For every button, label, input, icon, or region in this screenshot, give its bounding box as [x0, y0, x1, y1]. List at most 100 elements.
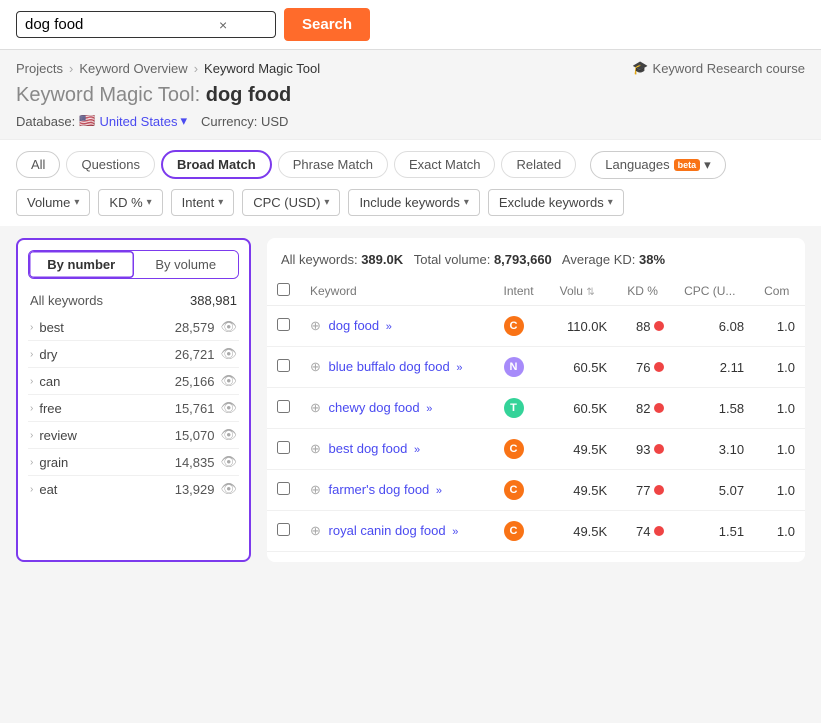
- row-cpc-cell: 6.08: [674, 306, 754, 347]
- row-checkbox[interactable]: [277, 400, 290, 413]
- main-content: By number By volume All keywords 388,981…: [0, 226, 821, 574]
- keyword-link[interactable]: farmer's dog food: [329, 482, 430, 497]
- row-keyword-cell: ⊕ chewy dog food »: [300, 388, 494, 429]
- row-keyword-cell: ⊕ farmer's dog food »: [300, 470, 494, 511]
- country-selector[interactable]: United States ▾: [99, 113, 187, 129]
- row-keyword-cell: ⊕ royal canin dog food »: [300, 511, 494, 552]
- table-summary: All keywords: 389.0K Total volume: 8,793…: [267, 248, 805, 277]
- select-all-checkbox[interactable]: [277, 283, 290, 296]
- keyword-arrows: »: [426, 403, 432, 415]
- intent-badge: T: [504, 398, 524, 418]
- chevron-right-icon: ›: [30, 457, 33, 468]
- plus-icon: ⊕: [310, 523, 321, 538]
- row-intent-cell: C: [494, 306, 550, 347]
- tab-broad-match[interactable]: Broad Match: [161, 150, 272, 179]
- col-com: Com: [754, 277, 805, 306]
- row-volume-cell: 49.5K: [550, 511, 618, 552]
- row-checkbox-cell: [267, 388, 300, 429]
- breadcrumb-left: Projects › Keyword Overview › Keyword Ma…: [16, 61, 320, 76]
- row-com-cell: 1.0: [754, 429, 805, 470]
- cpc-filter[interactable]: CPC (USD) ▾: [242, 189, 340, 216]
- sidebar-tab-by-volume[interactable]: By volume: [134, 251, 239, 278]
- table-header-checkbox: [267, 277, 300, 306]
- tab-related[interactable]: Related: [501, 151, 576, 178]
- keyword-arrows: »: [414, 444, 420, 456]
- exclude-keywords-filter[interactable]: Exclude keywords ▾: [488, 189, 624, 216]
- eye-icon[interactable]: 👁: [220, 454, 237, 470]
- plus-icon: ⊕: [310, 441, 321, 456]
- row-checkbox[interactable]: [277, 482, 290, 495]
- row-volume-cell: 60.5K: [550, 347, 618, 388]
- eye-icon[interactable]: 👁: [220, 373, 237, 389]
- intent-badge: N: [504, 357, 524, 377]
- plus-icon: ⊕: [310, 359, 321, 374]
- page-title: Keyword Magic Tool: dog food: [0, 80, 821, 109]
- course-link[interactable]: 🎓 Keyword Research course: [632, 60, 805, 76]
- clear-icon[interactable]: ×: [219, 17, 227, 33]
- languages-button[interactable]: Languages beta ▾: [590, 151, 725, 179]
- col-kd: KD %: [617, 277, 674, 306]
- list-item[interactable]: › free 15,761 👁: [28, 395, 239, 422]
- search-input[interactable]: [25, 16, 215, 33]
- row-checkbox-cell: [267, 306, 300, 347]
- row-intent-cell: C: [494, 511, 550, 552]
- course-icon: 🎓: [632, 60, 648, 76]
- kd-dot: [654, 444, 664, 454]
- keyword-link[interactable]: dog food: [329, 318, 380, 333]
- eye-icon[interactable]: 👁: [220, 427, 237, 443]
- tab-all[interactable]: All: [16, 151, 60, 178]
- sidebar: By number By volume All keywords 388,981…: [16, 238, 251, 562]
- list-item[interactable]: › grain 14,835 👁: [28, 449, 239, 476]
- breadcrumb-projects[interactable]: Projects: [16, 61, 63, 76]
- flag-icon: 🇺🇸: [79, 113, 95, 129]
- eye-icon[interactable]: 👁: [220, 481, 237, 497]
- keyword-link[interactable]: best dog food: [329, 441, 408, 456]
- chevron-right-icon: ›: [30, 403, 33, 414]
- chevron-down-icon: ▾: [608, 197, 613, 208]
- match-tabs: All Questions Broad Match Phrase Match E…: [16, 150, 805, 189]
- sidebar-tab-by-number[interactable]: By number: [29, 251, 134, 278]
- intent-filter[interactable]: Intent ▾: [171, 189, 235, 216]
- col-volume[interactable]: Volu ⇅: [550, 277, 618, 306]
- chevron-right-icon: ›: [30, 349, 33, 360]
- intent-badge: C: [504, 439, 524, 459]
- keyword-arrows: »: [456, 362, 462, 374]
- row-intent-cell: C: [494, 470, 550, 511]
- table-row: ⊕ farmer's dog food » C 49.5K 77 5.07 1.…: [267, 470, 805, 511]
- tab-questions[interactable]: Questions: [66, 151, 155, 178]
- kd-dot: [654, 526, 664, 536]
- eye-icon[interactable]: 👁: [220, 346, 237, 362]
- kd-filter[interactable]: KD % ▾: [98, 189, 162, 216]
- chevron-right-icon: ›: [30, 322, 33, 333]
- row-checkbox[interactable]: [277, 523, 290, 536]
- chevron-down-icon: ▾: [704, 157, 711, 173]
- table-row: ⊕ blue buffalo dog food » N 60.5K 76 2.1…: [267, 347, 805, 388]
- keywords-table: Keyword Intent Volu ⇅ KD % CPC (U... Com…: [267, 277, 805, 552]
- list-item[interactable]: › best 28,579 👁: [28, 314, 239, 341]
- row-checkbox[interactable]: [277, 359, 290, 372]
- list-item[interactable]: › review 15,070 👁: [28, 422, 239, 449]
- row-checkbox[interactable]: [277, 441, 290, 454]
- eye-icon[interactable]: 👁: [220, 400, 237, 416]
- tab-exact-match[interactable]: Exact Match: [394, 151, 496, 178]
- search-button[interactable]: Search: [284, 8, 370, 41]
- eye-icon[interactable]: 👁: [220, 319, 237, 335]
- keyword-arrows: »: [436, 485, 442, 497]
- row-com-cell: 1.0: [754, 388, 805, 429]
- volume-filter[interactable]: Volume ▾: [16, 189, 90, 216]
- keyword-link[interactable]: royal canin dog food: [329, 523, 446, 538]
- list-item[interactable]: › dry 26,721 👁: [28, 341, 239, 368]
- include-keywords-filter[interactable]: Include keywords ▾: [348, 189, 479, 216]
- tab-phrase-match[interactable]: Phrase Match: [278, 151, 388, 178]
- keyword-link[interactable]: blue buffalo dog food: [329, 359, 450, 374]
- list-item[interactable]: › eat 13,929 👁: [28, 476, 239, 502]
- col-cpc: CPC (U...: [674, 277, 754, 306]
- row-kd-cell: 77: [617, 470, 674, 511]
- row-kd-cell: 76: [617, 347, 674, 388]
- keyword-link[interactable]: chewy dog food: [329, 400, 420, 415]
- row-checkbox[interactable]: [277, 318, 290, 331]
- row-keyword-cell: ⊕ blue buffalo dog food »: [300, 347, 494, 388]
- breadcrumb-keyword-overview[interactable]: Keyword Overview: [79, 61, 187, 76]
- list-item[interactable]: › can 25,166 👁: [28, 368, 239, 395]
- intent-badge: C: [504, 480, 524, 500]
